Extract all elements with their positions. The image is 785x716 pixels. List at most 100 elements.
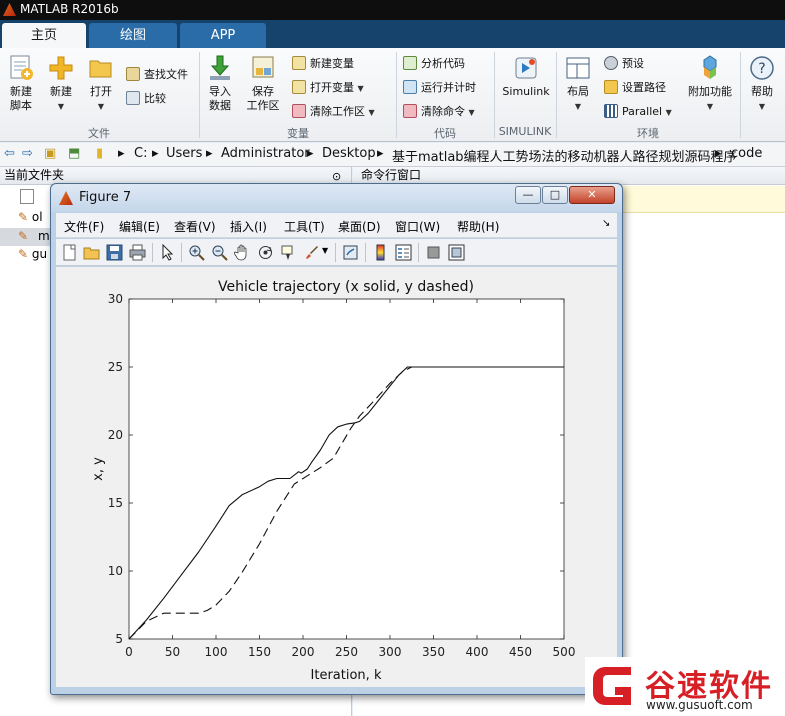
figure-window[interactable]: Figure 7 — □ ✕ 文件(F) 编辑(E) 查看(V) 插入(I) 工… bbox=[50, 183, 623, 695]
breadcrumb-segment[interactable]: code bbox=[731, 146, 762, 161]
tab-home[interactable]: 主页 bbox=[2, 23, 86, 48]
menu-help[interactable]: 帮助(H) bbox=[457, 218, 499, 235]
tab-plots[interactable]: 绘图 bbox=[89, 23, 177, 48]
ribbon-separator bbox=[556, 52, 557, 138]
chevron-down-icon: ▼ bbox=[665, 108, 672, 117]
group-label-simulink: SIMULINK bbox=[498, 125, 552, 138]
minimize-button[interactable]: — bbox=[515, 186, 541, 204]
pan-hand-icon[interactable] bbox=[234, 244, 251, 261]
matlab-logo-icon bbox=[3, 3, 16, 16]
zoom-out-icon[interactable] bbox=[211, 244, 228, 261]
browse-folder-icon[interactable]: ⬒ bbox=[68, 146, 80, 161]
help-icon: ? bbox=[750, 56, 774, 80]
analyze-code-icon bbox=[403, 56, 417, 70]
menu-desktop[interactable]: 桌面(D) bbox=[338, 218, 381, 235]
tab-apps[interactable]: APP bbox=[180, 23, 266, 48]
chevron-down-icon: ▼ bbox=[368, 108, 375, 117]
pointer-icon[interactable] bbox=[159, 244, 176, 261]
open-file-icon[interactable] bbox=[83, 244, 100, 261]
simulink-button[interactable]: Simulink bbox=[500, 54, 552, 99]
save-icon[interactable] bbox=[106, 244, 123, 261]
addons-button[interactable]: 附加功能 ▼ bbox=[684, 54, 736, 114]
compare-icon bbox=[126, 91, 140, 105]
hide-plot-tools-icon[interactable] bbox=[425, 244, 442, 261]
menu-insert[interactable]: 插入(I) bbox=[230, 218, 267, 235]
find-files-icon bbox=[126, 67, 140, 81]
address-bar[interactable]: ⇦ ⇨ ▣ ⬒ ▮ ▸ C: ▸ Users ▸ Administrator ▸… bbox=[0, 143, 785, 167]
help-button[interactable]: ? 帮助 ▼ bbox=[745, 54, 779, 114]
new-variable-button[interactable]: 新建变量 bbox=[292, 55, 354, 75]
compare-button[interactable]: 比较 bbox=[126, 90, 166, 110]
toolbar-separator bbox=[181, 243, 182, 262]
parallel-button[interactable]: Parallel ▼ bbox=[604, 103, 672, 123]
show-plot-tools-icon[interactable] bbox=[448, 244, 465, 261]
preferences-button[interactable]: 预设 bbox=[604, 55, 644, 75]
ribbon-toolbar: 新建 脚本 新建 ▼ 打开 ▼ 查找文件 比较 文件 导入 数据 保存 工作区 新建… bbox=[0, 48, 785, 142]
open-variable-icon bbox=[292, 80, 306, 94]
app-title: MATLAB R2016b bbox=[20, 2, 119, 16]
new-script-button[interactable]: 新建 脚本 bbox=[4, 54, 38, 113]
new-button[interactable]: 新建 ▼ bbox=[44, 54, 78, 114]
file-list-item[interactable]: ✎ ol bbox=[18, 210, 43, 224]
up-folder-icon[interactable]: ▣ bbox=[44, 146, 56, 161]
menu-tools[interactable]: 工具(T) bbox=[284, 218, 325, 235]
rotate-3d-icon[interactable] bbox=[257, 244, 274, 261]
clear-workspace-button[interactable]: 清除工作区 ▼ bbox=[292, 103, 375, 123]
breadcrumb-segment[interactable]: Administrator bbox=[221, 146, 310, 161]
menu-view[interactable]: 查看(V) bbox=[174, 218, 216, 235]
import-data-button[interactable]: 导入 数据 bbox=[203, 54, 237, 113]
breadcrumb-segment[interactable]: 基于matlab编程人工势场法的移动机器人路径规划源码程序 bbox=[392, 146, 737, 165]
x-axis-label: Iteration, k bbox=[311, 668, 382, 683]
open-variable-button[interactable]: 打开变量 ▼ bbox=[292, 79, 364, 99]
menu-file[interactable]: 文件(F) bbox=[64, 218, 104, 235]
new-variable-icon bbox=[292, 56, 306, 70]
file-list-item[interactable]: ✎ gu bbox=[18, 247, 47, 261]
legend-icon[interactable] bbox=[395, 244, 412, 261]
folder-icon: ▮ bbox=[96, 146, 104, 161]
zoom-in-icon[interactable] bbox=[188, 244, 205, 261]
new-script-icon bbox=[10, 55, 33, 80]
layout-button[interactable]: 布局 ▼ bbox=[561, 54, 595, 114]
figure-title-bar[interactable]: Figure 7 — □ ✕ bbox=[51, 184, 622, 212]
set-path-button[interactable]: 设置路径 bbox=[604, 79, 666, 99]
y-tick-label: 25 bbox=[108, 360, 123, 374]
plus-icon bbox=[49, 56, 73, 80]
find-files-button[interactable]: 查找文件 bbox=[126, 66, 188, 86]
open-button[interactable]: 打开 ▼ bbox=[84, 54, 118, 114]
colorbar-icon[interactable] bbox=[372, 244, 389, 261]
back-arrow-icon[interactable]: ⇦ bbox=[4, 146, 15, 161]
data-cursor-icon[interactable] bbox=[280, 244, 297, 261]
gusu-logo-icon bbox=[593, 667, 631, 705]
x-tick-label: 200 bbox=[292, 645, 315, 659]
menu-overflow-icon[interactable]: ↘ bbox=[602, 218, 610, 229]
breadcrumb-separator: ▸ bbox=[152, 146, 159, 161]
chevron-down-icon[interactable]: ▼ bbox=[322, 246, 328, 255]
chevron-down-icon: ▼ bbox=[57, 102, 65, 111]
breadcrumb-segment[interactable]: Desktop bbox=[322, 146, 376, 161]
menu-edit[interactable]: 编辑(E) bbox=[119, 218, 160, 235]
simulink-icon bbox=[515, 57, 537, 79]
group-label-file: 文件 bbox=[88, 127, 110, 140]
forward-arrow-icon[interactable]: ⇨ bbox=[22, 146, 33, 161]
breadcrumb-segment[interactable]: Users bbox=[166, 146, 202, 161]
toolbar-separator bbox=[152, 243, 153, 262]
run-and-time-button[interactable]: 运行并计时 bbox=[403, 79, 476, 99]
print-icon[interactable] bbox=[129, 244, 146, 261]
line-chart: 0 50 100 150 200 250 300 350 400 450 500 5 10 15 20 25… bbox=[91, 279, 575, 683]
y-tick-label: 5 bbox=[115, 632, 123, 646]
brush-icon[interactable] bbox=[303, 244, 320, 261]
command-window-notice-bar bbox=[620, 186, 785, 213]
new-figure-icon[interactable] bbox=[61, 244, 78, 261]
close-button[interactable]: ✕ bbox=[569, 186, 615, 204]
analyze-code-button[interactable]: 分析代码 bbox=[403, 55, 465, 75]
toolbar-separator bbox=[365, 243, 366, 262]
save-workspace-button[interactable]: 保存 工作区 bbox=[243, 54, 283, 113]
clear-commands-button[interactable]: 清除命令 ▼ bbox=[403, 103, 475, 123]
link-plot-icon[interactable] bbox=[342, 244, 359, 261]
ribbon-tab-strip: 主页 绘图 APP bbox=[0, 20, 785, 48]
run-and-time-icon bbox=[403, 80, 417, 94]
maximize-button[interactable]: □ bbox=[542, 186, 568, 204]
menu-window[interactable]: 窗口(W) bbox=[395, 218, 440, 235]
breadcrumb-segment[interactable]: C: bbox=[134, 146, 147, 161]
figure-canvas[interactable]: 0 50 100 150 200 250 300 350 400 450 500 5 10 15 20 25… bbox=[56, 267, 617, 687]
